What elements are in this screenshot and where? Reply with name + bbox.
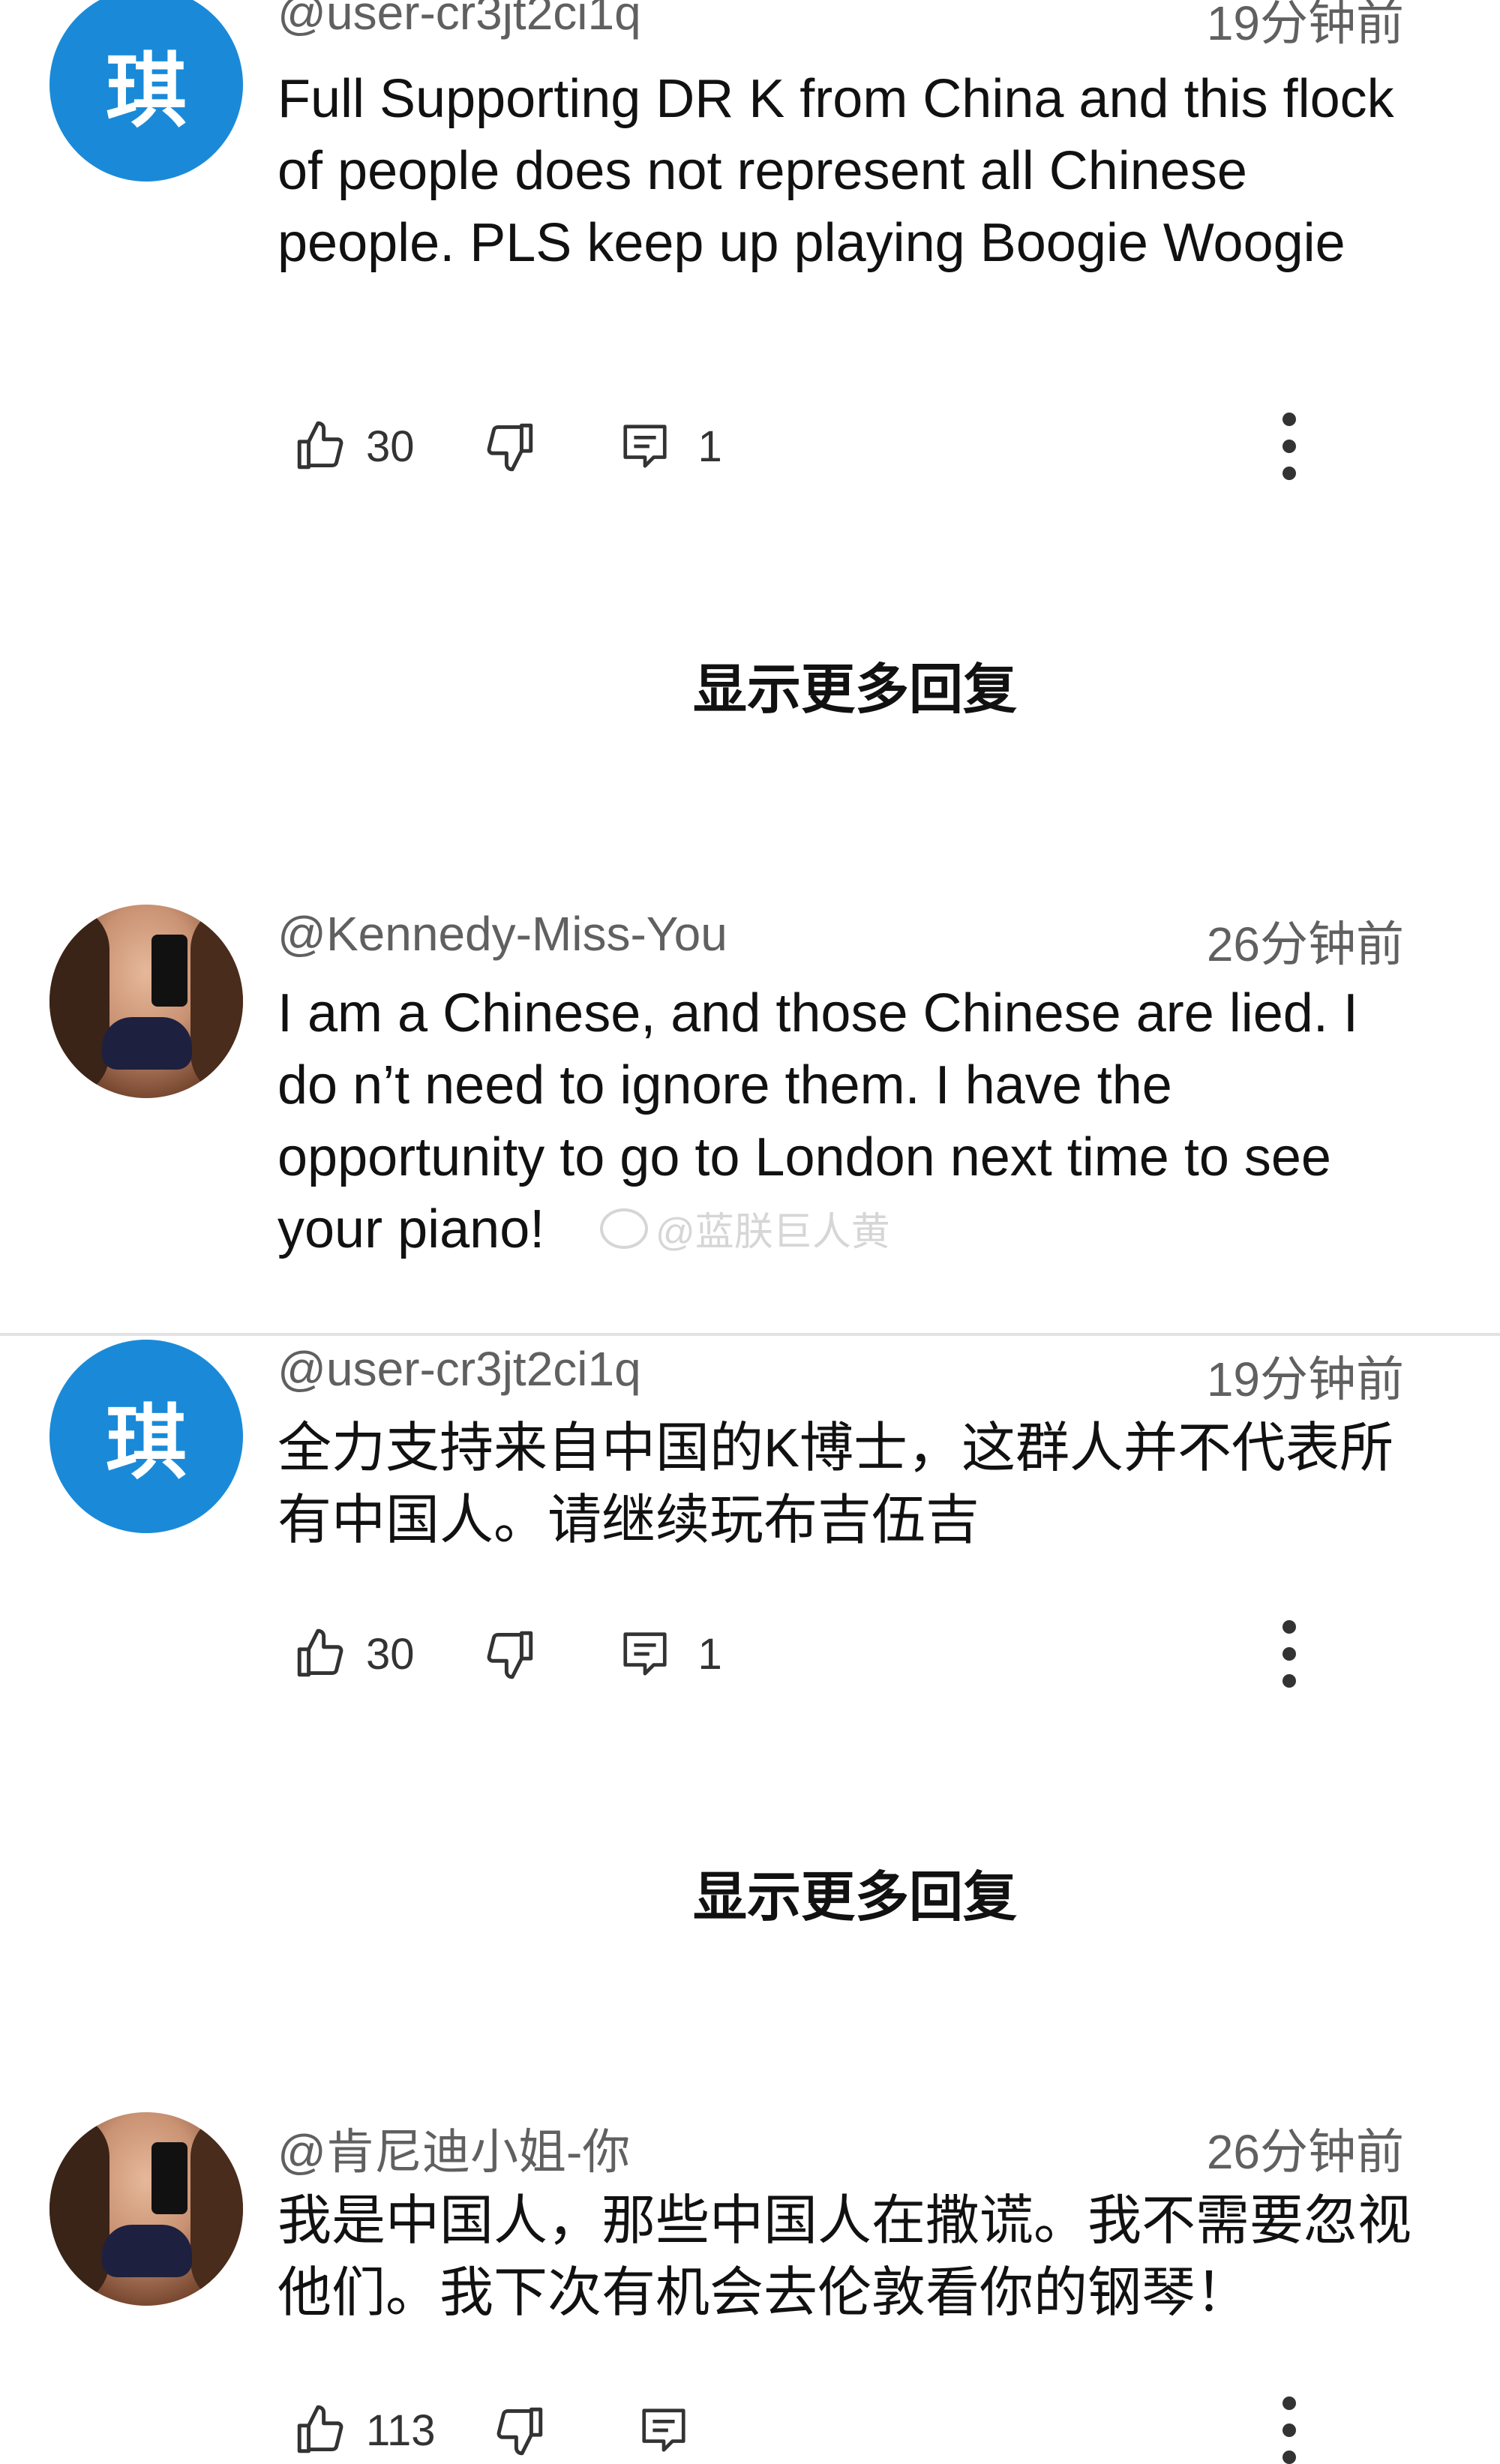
reply-button[interactable]: 1 (619, 1626, 722, 1682)
dislike-icon (482, 419, 538, 474)
like-icon (292, 1626, 348, 1682)
like-count: 30 (366, 1629, 415, 1679)
comment-text: 我是中国人，那些中国人在撒谎。我不需要忽视他们。我下次有机会去伦敦看你的钢琴！ (278, 2191, 1412, 2323)
like-button[interactable]: 113 (292, 2402, 435, 2458)
comment-username[interactable]: @user-cr3jt2ci1q (278, 1341, 641, 1397)
reply-button[interactable] (638, 2402, 690, 2458)
like-icon (292, 419, 348, 474)
dislike-button[interactable] (492, 2402, 548, 2458)
more-options-icon[interactable] (1278, 2396, 1300, 2464)
comment-text: 全力支持来自中国的K博士，这群人并不代表所有中国人。请继续玩布吉伍吉 (278, 1418, 1394, 1550)
like-icon (292, 2402, 348, 2458)
dislike-button[interactable] (482, 419, 538, 474)
comment-username[interactable]: @user-cr3jt2ci1q (278, 0, 641, 41)
comment-actions: 30 1 (292, 413, 722, 480)
avatar[interactable] (50, 2112, 243, 2306)
reply-button[interactable]: 1 (619, 419, 722, 474)
dislike-icon (492, 2402, 548, 2458)
more-options-icon[interactable] (1278, 413, 1300, 480)
like-button[interactable]: 30 (292, 419, 415, 474)
comment-timestamp: 26分钟前 (1206, 2125, 1404, 2179)
comment-username[interactable]: @Kennedy-Miss-You (278, 906, 728, 962)
weibo-icon (600, 1208, 648, 1249)
comment-timestamp: 26分钟前 (1206, 917, 1404, 971)
reply-count: 1 (698, 422, 722, 471)
avatar[interactable]: 琪 (50, 1340, 243, 1533)
comment-username[interactable]: @肯尼迪小姐-你 (278, 2114, 630, 2183)
divider (0, 1333, 1500, 1336)
comment-timestamp: 19分钟前 (1206, 0, 1404, 50)
dislike-button[interactable] (482, 1626, 538, 1682)
avatar[interactable]: 琪 (50, 0, 243, 182)
comment-actions: 30 1 (292, 1620, 722, 1688)
show-more-replies-button[interactable]: 显示更多回复 (0, 645, 1500, 724)
avatar[interactable] (50, 905, 243, 1098)
watermark: @蓝朕巨人黄 (600, 1200, 890, 1256)
reply-count: 1 (698, 1629, 722, 1679)
reply-icon (638, 2402, 690, 2458)
more-options-icon[interactable] (1278, 1620, 1300, 1688)
comment-text: Full Supporting DR K from China and this… (278, 69, 1394, 273)
comment-actions: 113 (292, 2396, 690, 2464)
reply-icon (619, 419, 671, 474)
reply-icon (619, 1626, 671, 1682)
dislike-icon (482, 1626, 538, 1682)
like-count: 30 (366, 422, 415, 471)
like-button[interactable]: 30 (292, 1626, 415, 1682)
like-count: 113 (366, 2405, 436, 2455)
show-more-replies-button[interactable]: 显示更多回复 (0, 1853, 1500, 1931)
comment-timestamp: 19分钟前 (1206, 1352, 1404, 1406)
watermark-text: @蓝朕巨人黄 (656, 1211, 890, 1254)
